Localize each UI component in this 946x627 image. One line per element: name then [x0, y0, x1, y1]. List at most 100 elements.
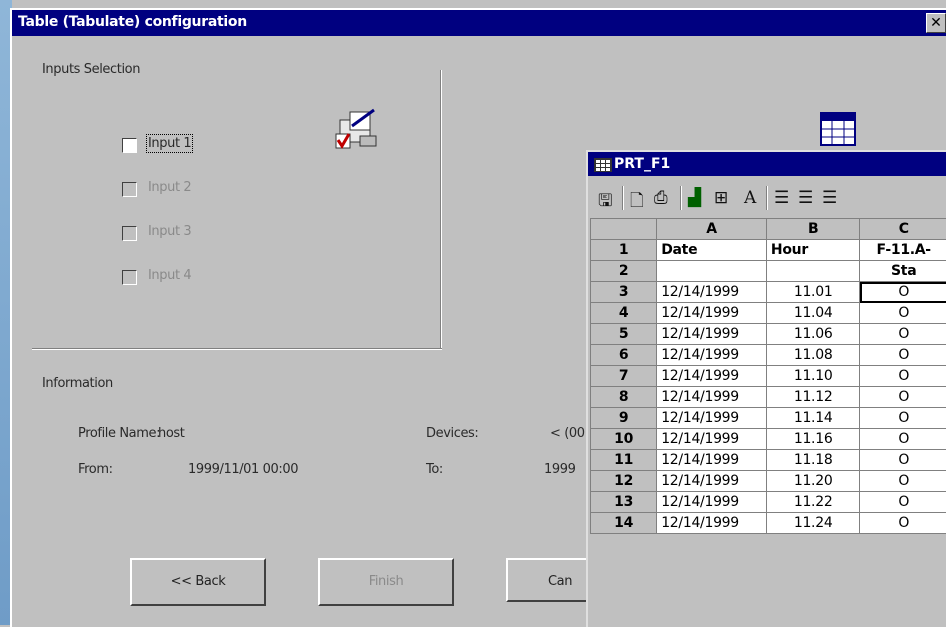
row-header[interactable]: 5 — [591, 324, 657, 345]
row-header[interactable]: 6 — [591, 345, 657, 366]
cell-hour[interactable]: 11.22 — [766, 492, 859, 513]
cell-date[interactable]: 12/14/1999 — [657, 429, 767, 450]
cell-value[interactable]: O — [860, 513, 946, 534]
cell-date[interactable]: 12/14/1999 — [657, 450, 767, 471]
row-header[interactable]: 13 — [591, 492, 657, 513]
cell-hour[interactable]: Hour — [766, 240, 859, 261]
input-4-label: Input 4 — [148, 268, 191, 283]
cell-date[interactable]: 12/14/1999 — [657, 345, 767, 366]
cell-value[interactable]: O — [860, 324, 946, 345]
align-center-icon[interactable]: ☰ — [798, 188, 813, 208]
cell-value[interactable]: O — [860, 408, 946, 429]
cell-date[interactable]: 12/14/1999 — [657, 408, 767, 429]
wizard-icon — [334, 106, 380, 152]
back-button[interactable]: << Back — [130, 558, 266, 606]
cell-hour[interactable]: 11.10 — [766, 366, 859, 387]
cell-value[interactable]: O — [860, 492, 946, 513]
cell-date[interactable]: 12/14/1999 — [657, 303, 767, 324]
cell-date[interactable]: 12/14/1999 — [657, 513, 767, 534]
row-header[interactable]: 1 — [591, 240, 657, 261]
cell-hour[interactable]: 11.18 — [766, 450, 859, 471]
finish-button: Finish — [318, 558, 454, 606]
cell-date[interactable]: 12/14/1999 — [657, 471, 767, 492]
print-icon[interactable]: ⎙ — [654, 188, 668, 208]
cell-hour[interactable]: 11.01 — [766, 282, 859, 303]
input-4-checkbox — [122, 270, 137, 285]
dialog-title: Table (Tabulate) configuration — [18, 14, 247, 30]
cell-date[interactable]: 12/14/1999 — [657, 492, 767, 513]
cell-value[interactable]: O — [860, 345, 946, 366]
cell-date[interactable]: 12/14/1999 — [657, 282, 767, 303]
table-row: 812/14/199911.12O — [591, 387, 946, 408]
toolbar-separator — [766, 186, 768, 210]
table-row: 712/14/199911.10O — [591, 366, 946, 387]
table-row: 1DateHourF-11.A- — [591, 240, 946, 261]
print-preview-icon[interactable]: 🗋 — [630, 188, 644, 217]
input-1-checkbox[interactable] — [122, 138, 137, 153]
column-header[interactable]: B — [766, 219, 859, 240]
row-header[interactable]: 12 — [591, 471, 657, 492]
input-1-label[interactable]: Input 1 — [148, 136, 191, 151]
profile-name-value: host — [158, 426, 184, 441]
dialog-titlebar[interactable]: Table (Tabulate) configuration ✕ — [12, 10, 946, 36]
align-right-icon[interactable]: ☰ — [822, 188, 837, 208]
cell-hour[interactable]: 11.14 — [766, 408, 859, 429]
spreadsheet-titlebar[interactable]: PRT_F1 — [588, 152, 946, 176]
row-header[interactable]: 9 — [591, 408, 657, 429]
cell-date[interactable] — [657, 261, 767, 282]
font-icon[interactable]: A — [744, 188, 756, 208]
cell-value[interactable]: O — [860, 366, 946, 387]
cell-value[interactable]: O — [860, 429, 946, 450]
spreadsheet-title: PRT_F1 — [614, 156, 670, 172]
from-label: From: — [78, 462, 113, 477]
save-icon[interactable]: 🖫 — [598, 188, 612, 217]
cell-hour[interactable]: 11.12 — [766, 387, 859, 408]
cell-hour[interactable]: 11.04 — [766, 303, 859, 324]
cell-value[interactable]: O — [860, 282, 946, 303]
row-header[interactable]: 14 — [591, 513, 657, 534]
from-value: 1999/11/01 00:00 — [188, 462, 298, 477]
cell-value[interactable]: F-11.A- — [860, 240, 946, 261]
devices-label: Devices: — [426, 426, 478, 441]
row-header[interactable]: 2 — [591, 261, 657, 282]
cell-hour[interactable]: 11.16 — [766, 429, 859, 450]
row-header[interactable]: 3 — [591, 282, 657, 303]
column-header[interactable]: A — [657, 219, 767, 240]
cell-value[interactable]: Sta — [860, 261, 946, 282]
information-title: Information — [42, 376, 113, 391]
corner-cell[interactable] — [591, 219, 657, 240]
cell-hour[interactable]: 11.06 — [766, 324, 859, 345]
cell-value[interactable]: O — [860, 471, 946, 492]
toolbar-separator — [680, 186, 682, 210]
inputs-group-bottom — [32, 348, 442, 350]
row-header[interactable]: 7 — [591, 366, 657, 387]
cell-date[interactable]: Date — [657, 240, 767, 261]
cell-value[interactable]: O — [860, 303, 946, 324]
cell-hour[interactable]: 11.20 — [766, 471, 859, 492]
align-left-icon[interactable]: ☰ — [774, 188, 789, 208]
cell-date[interactable]: 12/14/1999 — [657, 366, 767, 387]
row-header[interactable]: 10 — [591, 429, 657, 450]
chart-icon[interactable]: ▟ — [688, 188, 701, 208]
table-row: 312/14/199911.01O — [591, 282, 946, 303]
cell-hour[interactable]: 11.08 — [766, 345, 859, 366]
cell-value[interactable]: O — [860, 450, 946, 471]
cell-date[interactable]: 12/14/1999 — [657, 387, 767, 408]
column-header[interactable]: C — [860, 219, 946, 240]
row-header[interactable]: 8 — [591, 387, 657, 408]
input-3-checkbox — [122, 226, 137, 241]
table-icon — [820, 112, 856, 146]
cell-value[interactable]: O — [860, 387, 946, 408]
table-row: 1312/14/199911.22O — [591, 492, 946, 513]
cell-hour[interactable] — [766, 261, 859, 282]
row-header[interactable]: 4 — [591, 303, 657, 324]
spreadsheet-grid[interactable]: A B C 1DateHourF-11.A-2Sta312/14/199911.… — [590, 218, 946, 534]
input-2-label: Input 2 — [148, 180, 191, 195]
cell-date[interactable]: 12/14/1999 — [657, 324, 767, 345]
table-icon[interactable]: ⊞ — [714, 188, 728, 208]
row-header[interactable]: 11 — [591, 450, 657, 471]
table-row: 1412/14/199911.24O — [591, 513, 946, 534]
close-button[interactable]: ✕ — [926, 13, 946, 33]
cell-hour[interactable]: 11.24 — [766, 513, 859, 534]
column-header-row: A B C — [591, 219, 946, 240]
